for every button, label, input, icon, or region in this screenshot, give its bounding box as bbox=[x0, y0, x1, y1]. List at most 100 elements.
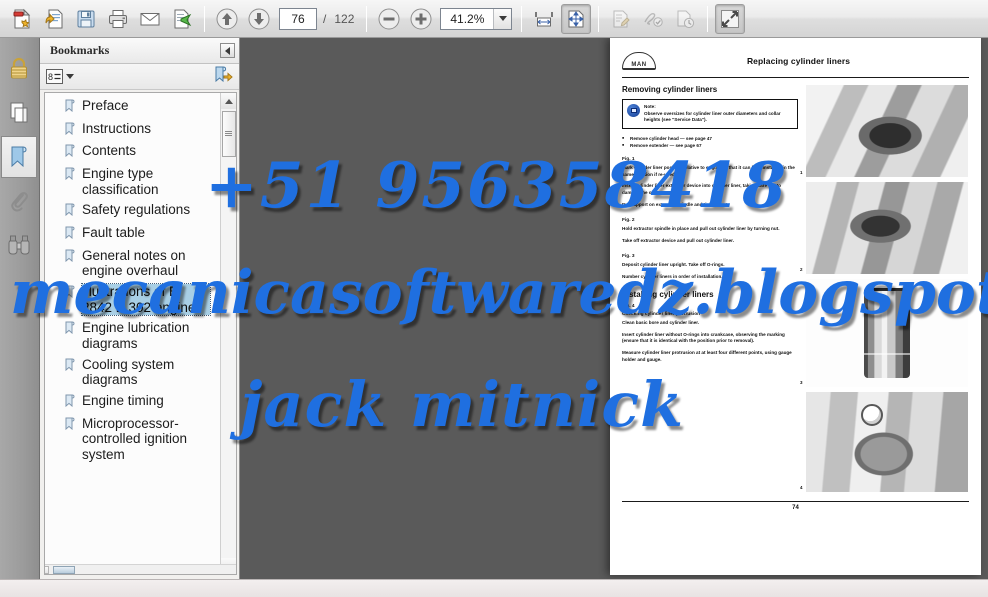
sidebar-item-signatures[interactable] bbox=[1, 48, 37, 90]
note-label: Note: bbox=[644, 104, 656, 109]
next-page-button[interactable] bbox=[244, 4, 274, 34]
note-box: Note: Observe oversizes for cylinder lin… bbox=[622, 99, 798, 129]
removal-bullet-list: Remove cylinder head — see page 47Remove… bbox=[622, 135, 798, 150]
grip-icon bbox=[225, 130, 232, 138]
history-button[interactable] bbox=[670, 4, 700, 34]
document-history-icon bbox=[677, 10, 695, 28]
fig4-paragraph-2: Insert cylinder liner without O-rings in… bbox=[622, 331, 785, 344]
page-separator: / bbox=[323, 11, 327, 26]
scroll-left-button[interactable] bbox=[45, 566, 49, 574]
chevron-up-icon bbox=[224, 98, 233, 104]
export-pdf-button[interactable] bbox=[39, 4, 69, 34]
bookmarks-toolbar: 8 bbox=[40, 64, 239, 90]
print-button[interactable] bbox=[103, 4, 133, 34]
bookmark-item-icon bbox=[65, 167, 76, 184]
scrollbar-thumb[interactable] bbox=[221, 111, 236, 157]
bookmark-item-icon bbox=[65, 226, 75, 240]
figure-4-photo-wrap: 4 bbox=[800, 392, 968, 492]
bookmark-item[interactable]: Contents bbox=[51, 142, 220, 162]
figure-3-caption: 3 bbox=[800, 380, 803, 385]
sidebar-item-bookmarks[interactable] bbox=[1, 136, 37, 178]
fig3-paragraph-2: Number cylinder liners in order of insta… bbox=[622, 273, 723, 279]
bookmark-item[interactable]: Fault table bbox=[51, 224, 220, 244]
bookmark-item-label: Microprocessor-controlled ignition syste… bbox=[82, 415, 188, 462]
binoculars-icon bbox=[8, 235, 30, 255]
removing-heading: Removing cylinder liners bbox=[622, 85, 718, 94]
scroll-up-button[interactable] bbox=[220, 93, 236, 109]
document-view[interactable]: MAN Replacing cylinder liners Removing c… bbox=[240, 38, 988, 597]
bookmark-item[interactable]: Engine lubrication diagrams bbox=[51, 319, 220, 352]
send-document-icon bbox=[174, 9, 192, 28]
sidebar-item-pages[interactable] bbox=[1, 92, 37, 134]
bookmark-item[interactable]: Safety regulations bbox=[51, 201, 220, 221]
sign-button[interactable] bbox=[638, 4, 668, 34]
bookmark-item-label: Engine lubrication diagrams bbox=[82, 320, 190, 351]
pdf-page: MAN Replacing cylinder liners Removing c… bbox=[610, 38, 981, 575]
fig4-paragraph-3: Measure cylinder liner protrusion at at … bbox=[622, 350, 792, 363]
expand-arrows-icon bbox=[721, 9, 740, 28]
bookmark-item[interactable]: Cooling system diagrams bbox=[51, 356, 220, 389]
bookmarks-vertical-scrollbar[interactable] bbox=[220, 93, 236, 574]
previous-page-button[interactable] bbox=[212, 4, 242, 34]
arrow-up-circle-icon bbox=[216, 8, 238, 29]
bookmark-item-icon bbox=[65, 358, 75, 371]
bookmarks-panel: Bookmarks 8 Preface Instructions Content… bbox=[40, 38, 240, 579]
figure-1-photo bbox=[806, 85, 968, 177]
bookmark-item[interactable]: Microprocessor-controlled ignition syste… bbox=[51, 415, 220, 464]
chevron-left-icon bbox=[225, 46, 230, 55]
collapse-panel-button[interactable] bbox=[220, 43, 235, 58]
arrow-down-circle-icon bbox=[248, 8, 270, 29]
status-bar bbox=[0, 579, 988, 597]
bookmark-item-icon bbox=[65, 358, 76, 375]
toolbar-separator-5 bbox=[707, 5, 709, 32]
fit-width-button[interactable] bbox=[529, 4, 559, 34]
bookmark-options-button[interactable]: 8 bbox=[46, 69, 74, 84]
bookmark-item-icon bbox=[65, 321, 75, 335]
figure-2-caption: 2 bbox=[800, 267, 803, 272]
zoom-value-input[interactable]: 41.2% bbox=[441, 9, 493, 29]
create-pdf-button[interactable] bbox=[7, 4, 37, 34]
pages-icon bbox=[10, 102, 28, 123]
save-button[interactable] bbox=[71, 4, 101, 34]
toolbar-separator-2 bbox=[366, 5, 368, 32]
expand-current-bookmark-button[interactable] bbox=[214, 65, 233, 89]
figure-3-photo-wrap: 3 bbox=[800, 279, 968, 387]
bookmark-item[interactable]: Engine type classification bbox=[51, 165, 220, 198]
cylinder-liner-image bbox=[864, 288, 910, 378]
sidebar-item-search[interactable] bbox=[1, 224, 37, 266]
note-content: Note: Observe oversizes for cylinder lin… bbox=[644, 104, 793, 124]
bookmark-item[interactable]: General notes on engine overhaul bbox=[51, 247, 220, 280]
current-page-input[interactable]: 76 bbox=[279, 7, 317, 30]
bookmark-item[interactable]: Engine timing bbox=[51, 392, 220, 412]
bookmark-item-icon bbox=[65, 416, 75, 430]
send-file-button[interactable] bbox=[167, 4, 197, 34]
bookmark-item-icon bbox=[65, 321, 76, 338]
fig1-paragraph-3: Put support on extractor spindle and tig… bbox=[622, 202, 729, 208]
bookmark-item-label: Engine type classification bbox=[82, 165, 159, 197]
comment-button[interactable] bbox=[606, 4, 636, 34]
figure-1-caption: 1 bbox=[800, 170, 803, 175]
zoom-control[interactable]: 41.2% bbox=[440, 7, 513, 30]
bookmark-item[interactable]: Instructions bbox=[51, 120, 220, 140]
zoom-dropdown-button[interactable] bbox=[493, 8, 512, 29]
bookmark-item[interactable]: Preface bbox=[51, 97, 220, 117]
bookmark-item[interactable]: Illustrations of E 2842 E 302 engine bbox=[51, 282, 220, 317]
list-options-icon: 8 bbox=[46, 69, 63, 84]
fullscreen-button[interactable] bbox=[715, 3, 746, 34]
bookmark-item-label: Cooling system diagrams bbox=[82, 356, 175, 388]
sign-document-icon bbox=[644, 12, 664, 27]
bookmark-item-label: Contents bbox=[82, 143, 137, 159]
bookmarks-horizontal-scrollbar[interactable] bbox=[45, 564, 236, 574]
toolbar-separator-3 bbox=[521, 5, 523, 32]
main-toolbar: 76 / 122 41.2% bbox=[0, 0, 988, 38]
scrollbar-track[interactable] bbox=[220, 109, 236, 558]
fit-page-button[interactable] bbox=[561, 3, 592, 34]
bookmark-item-icon bbox=[65, 122, 76, 139]
email-button[interactable] bbox=[135, 4, 165, 34]
sidebar-item-attachments[interactable] bbox=[1, 180, 37, 222]
total-pages-label: 122 bbox=[334, 11, 355, 26]
horizontal-scrollbar-thumb[interactable] bbox=[53, 566, 75, 574]
zoom-out-button[interactable] bbox=[374, 4, 404, 34]
zoom-in-button[interactable] bbox=[406, 4, 436, 34]
fit-width-icon bbox=[535, 11, 554, 26]
